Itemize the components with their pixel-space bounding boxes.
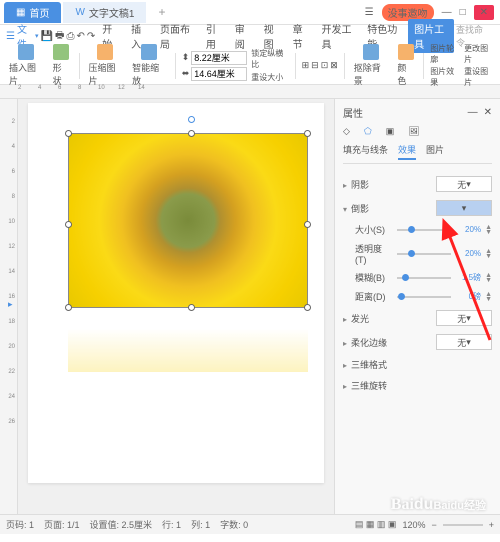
status-page[interactable]: 页码: 1 bbox=[6, 518, 34, 531]
smart-zoom-button[interactable]: 智能缩放 bbox=[129, 44, 169, 87]
panel-close-icon[interactable]: ✕ bbox=[484, 107, 492, 118]
maximize-button[interactable]: □ bbox=[460, 7, 466, 18]
panel-min-icon[interactable]: — bbox=[468, 107, 478, 118]
preview-icon[interactable]: ⎙ bbox=[66, 31, 74, 42]
pic-effect[interactable]: 图片效果 bbox=[430, 66, 460, 88]
selected-image[interactable] bbox=[68, 133, 308, 308]
image-reflection bbox=[68, 324, 308, 372]
panel-tab-pic-icon[interactable]: 🖼 bbox=[408, 126, 419, 137]
softedge-select[interactable]: 无 ▾ bbox=[436, 334, 492, 350]
menu-bar: ☰ 文件▾ 💾 🖶 ⎙ ↶ ↷ 开始 插入 页面布局 引用 审阅 视图 章节 开… bbox=[0, 25, 500, 47]
page bbox=[28, 103, 324, 483]
subtab-fill[interactable]: 填充与线条 bbox=[343, 143, 388, 160]
shape-button[interactable]: 形状 bbox=[50, 44, 73, 87]
glow-select[interactable]: 无 ▾ bbox=[436, 310, 492, 326]
menu-ref[interactable]: 引用 bbox=[201, 21, 228, 51]
close-button[interactable]: ✕ bbox=[474, 5, 494, 20]
tab-document[interactable]: W文字文稿1 bbox=[63, 2, 146, 23]
prop-reflection[interactable]: ▾倒影▾ bbox=[343, 196, 492, 220]
ruler-vertical: 2468101214161820222426 ▸ bbox=[0, 99, 18, 514]
undo-icon[interactable]: ↶ bbox=[76, 31, 84, 42]
lock-ratio[interactable]: 锁定纵横比 bbox=[251, 48, 288, 70]
panel-tab-effect-icon[interactable]: ⬠ bbox=[364, 126, 372, 137]
document-area[interactable] bbox=[18, 99, 334, 514]
height-icon: ⬍ bbox=[182, 52, 190, 63]
home-icon: ▦ bbox=[16, 7, 25, 18]
menu-review[interactable]: 审阅 bbox=[230, 21, 257, 51]
feedback-badge[interactable]: 没事邀吻 bbox=[382, 4, 434, 21]
panel-title: 属性 bbox=[343, 105, 363, 120]
prop-shadow[interactable]: ▸阴影无 ▾ bbox=[343, 172, 492, 196]
zoom-level[interactable]: 120% bbox=[402, 520, 425, 530]
tab-home[interactable]: ▦首页 bbox=[4, 2, 61, 23]
menu-section[interactable]: 章节 bbox=[288, 21, 315, 51]
status-words[interactable]: 字数: 0 bbox=[220, 518, 248, 531]
new-tab-button[interactable]: + bbox=[158, 5, 165, 19]
reflection-select[interactable]: ▾ bbox=[436, 200, 492, 216]
reset-pic[interactable]: 重设图片 bbox=[464, 66, 494, 88]
status-section[interactable]: 设置值: 2.5厘米 bbox=[90, 518, 153, 531]
distance-slider[interactable] bbox=[397, 296, 451, 298]
width-input[interactable] bbox=[191, 51, 247, 65]
blur-slider[interactable] bbox=[397, 277, 451, 279]
properties-panel: 属性—✕ ◇ ⬠ ▣ 🖼 填充与线条 效果 图片 ▸阴影无 ▾ ▾倒影▾ 大小(… bbox=[334, 99, 500, 514]
height-input[interactable] bbox=[191, 67, 247, 81]
shadow-select[interactable]: 无 ▾ bbox=[436, 176, 492, 192]
status-row[interactable]: 行: 1 bbox=[162, 518, 181, 531]
ruler-horizontal: 2468101214 bbox=[0, 85, 500, 99]
subtab-effect[interactable]: 效果 bbox=[398, 143, 416, 160]
size-slider[interactable] bbox=[397, 229, 451, 231]
save-icon[interactable]: 💾 bbox=[41, 31, 53, 42]
panel-tab-size-icon[interactable]: ▣ bbox=[386, 126, 395, 137]
app-menu-icon[interactable]: ☰ bbox=[6, 31, 15, 42]
rotate-handle[interactable] bbox=[188, 116, 195, 123]
insert-pic-button[interactable]: 插入图片 bbox=[6, 44, 46, 87]
status-bar: 页码: 1 页面: 1/1 设置值: 2.5厘米 行: 1 列: 1 字数: 0… bbox=[0, 514, 500, 534]
prop-3d-format[interactable]: ▸三维格式 bbox=[343, 354, 492, 375]
prop-3d-rotate[interactable]: ▸三维旋转 bbox=[343, 375, 492, 396]
panel-tab-fill-icon[interactable]: ◇ bbox=[343, 126, 350, 137]
width-icon: ⬌ bbox=[182, 68, 190, 79]
pic-outline[interactable]: 图片轮廓 bbox=[430, 43, 460, 65]
menu-view[interactable]: 视图 bbox=[259, 21, 286, 51]
compress-button[interactable]: 压缩图片 bbox=[85, 44, 125, 87]
color-button[interactable]: 颜色 bbox=[394, 44, 417, 87]
zoom-slider[interactable] bbox=[443, 524, 483, 526]
change-pic[interactable]: 更改图片 bbox=[464, 43, 494, 65]
minimize-button[interactable]: — bbox=[442, 7, 452, 18]
redo-icon[interactable]: ↷ bbox=[87, 31, 95, 42]
subtab-pic[interactable]: 图片 bbox=[426, 143, 444, 160]
transparency-slider[interactable] bbox=[397, 253, 451, 255]
view-mode-icons[interactable]: ▤ ▦ ▥ ▣ bbox=[355, 519, 397, 530]
sidebar-expand-icon[interactable]: ▸ bbox=[8, 299, 13, 310]
zoom-in-button[interactable]: + bbox=[489, 520, 494, 530]
watermark: BaiduBaidu经验 bbox=[391, 496, 486, 514]
status-col[interactable]: 列: 1 bbox=[191, 518, 210, 531]
zoom-out-button[interactable]: − bbox=[431, 520, 436, 530]
print-icon[interactable]: 🖶 bbox=[55, 28, 64, 45]
user-icon[interactable]: ☰ bbox=[365, 7, 374, 18]
reset-size[interactable]: 重设大小 bbox=[251, 72, 288, 83]
prop-soft-edge[interactable]: ▸柔化边缘无 ▾ bbox=[343, 330, 492, 354]
status-pages[interactable]: 页面: 1/1 bbox=[44, 518, 80, 531]
prop-glow[interactable]: ▸发光无 ▾ bbox=[343, 306, 492, 330]
doc-icon: W bbox=[75, 7, 84, 18]
remove-bg-button[interactable]: 抠除背景 bbox=[351, 44, 391, 87]
